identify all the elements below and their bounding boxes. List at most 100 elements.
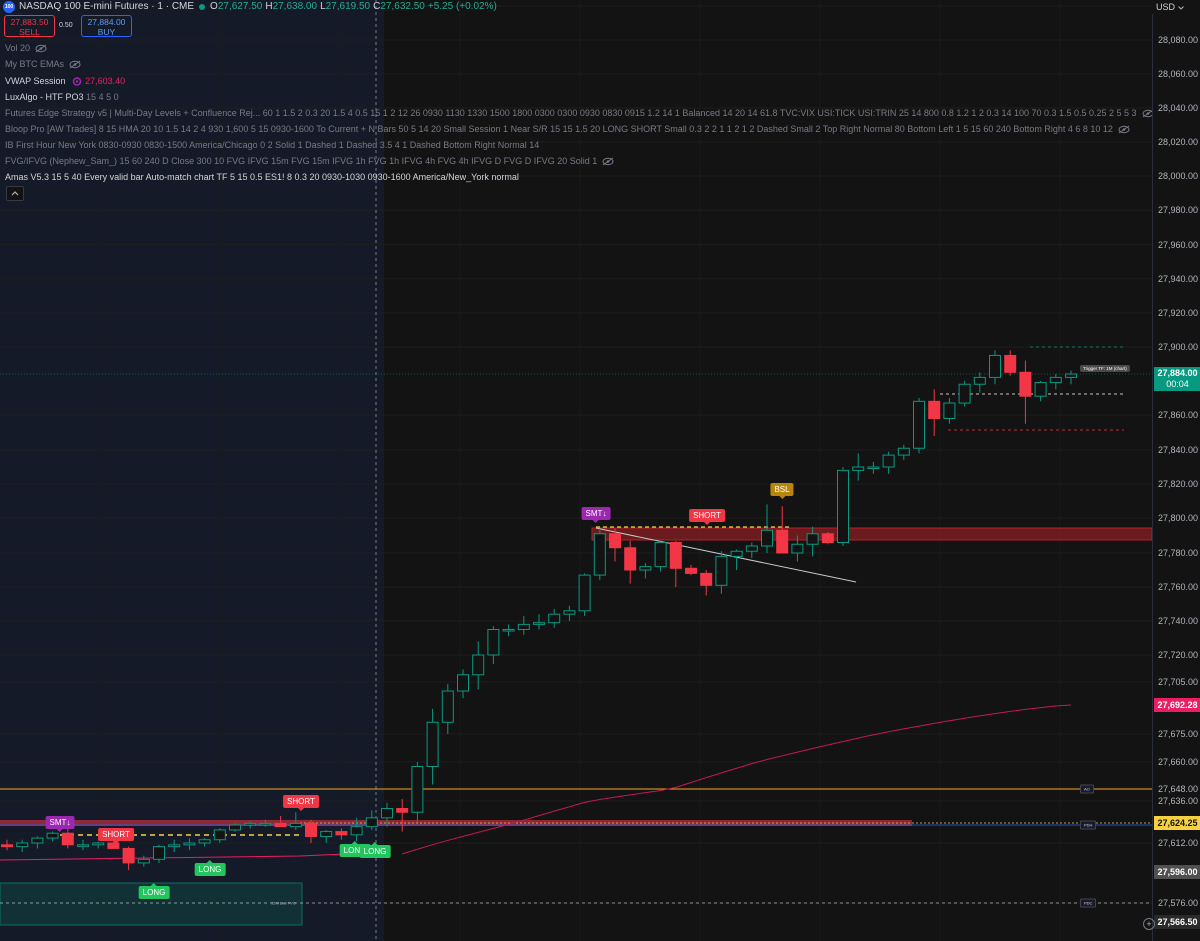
eye-icon[interactable] (1142, 109, 1152, 118)
level-price-tag: 27,624.25 (1154, 816, 1200, 830)
candle-body (46, 832, 59, 839)
supply-zone-right (591, 527, 1152, 541)
short-label[interactable]: SHORT (283, 795, 319, 811)
settings-icon[interactable] (71, 77, 83, 86)
vwap-line (402, 704, 1072, 855)
price-tick-label: 28,060.00 (1157, 69, 1198, 79)
legend-btc-emas[interactable]: My BTC EMAs (5, 59, 81, 69)
currency-selector[interactable]: USD (1152, 0, 1200, 14)
legend-bloop-text: Bloop Pro [AW Trades] 8 15 HMA 20 10 1.5… (5, 124, 1113, 134)
chevron-down-icon (1177, 6, 1184, 10)
collapse-legend-button[interactable] (6, 186, 24, 201)
short-label[interactable]: SHORT (689, 509, 725, 525)
price-tick-label: 27,648.00 (1157, 784, 1198, 794)
candle-body (761, 529, 773, 547)
eye-icon[interactable] (69, 60, 81, 69)
open-value: 27,627.50 (217, 1, 263, 12)
close-value: 27,632.50 (380, 1, 425, 12)
legend-amas[interactable]: Amas V5.3 15 5 40 Every valid bar Auto-m… (5, 172, 519, 182)
currency-label: USD (1156, 2, 1176, 12)
change-value: +5.25 (+0.02%) (427, 1, 497, 12)
candle-body (31, 837, 44, 844)
market-status-icon (199, 3, 206, 10)
symbol-logo-icon: 100 (3, 0, 15, 13)
chevron-up-icon (11, 191, 19, 196)
candle-body (274, 822, 287, 828)
vwap-price-tag: 27,692.28 (1154, 698, 1200, 712)
legend-luxalgo-name: LuxAlgo - HTF PO3 (5, 92, 84, 102)
candle-body (92, 842, 105, 846)
smt-label[interactable]: SMT↓ (581, 507, 611, 523)
last-price-tag: 27,884.00 00:04 (1154, 367, 1200, 391)
sell-button[interactable]: 27,883.50 SELL (4, 15, 55, 37)
candle-body (213, 829, 226, 841)
price-tick-label: 27,720.00 (1157, 650, 1198, 660)
candle-body (928, 400, 941, 420)
price-tick-label: 27,740.00 (1157, 616, 1198, 626)
price-axis[interactable]: 28,100.0028,080.0028,060.0028,040.0028,0… (1152, 0, 1200, 941)
candle-body (624, 547, 637, 571)
price-tick-label: 27,780.00 (1157, 548, 1198, 558)
chart-area[interactable]: 100 NASDAQ 100 E-mini Futures · 1 · CME … (0, 0, 1152, 941)
candle-body (1034, 382, 1047, 397)
legend-luxalgo-params: 15 4 5 0 (86, 92, 119, 102)
bsl-label[interactable]: BSL (770, 483, 794, 499)
candle-body (593, 533, 606, 576)
candle-body (411, 766, 424, 813)
candle-body (320, 831, 333, 837)
candle-body (776, 529, 789, 554)
legend-bloop[interactable]: Bloop Pro [AW Trades] 8 15 HMA 20 10 1.5… (5, 124, 1130, 134)
eye-icon[interactable] (602, 157, 614, 166)
buy-button[interactable]: 27,884.00 BUY (81, 15, 132, 37)
candle-body (913, 400, 925, 449)
candle-body (77, 844, 89, 847)
legend-fvg[interactable]: FVG/IFVG (Nephew_Sam_) 15 60 240 D Close… (5, 156, 614, 166)
price-tick-label: 27,705.00 (1157, 677, 1198, 687)
candle-body (350, 826, 363, 836)
legend-vwap[interactable]: VWAP Session 27,603.40 (5, 76, 125, 86)
sell-price: 27,883.50 (10, 17, 49, 27)
price-tick-label: 27,800.00 (1157, 513, 1198, 523)
legend-ib[interactable]: IB First Hour New York 0830-0930 0830-15… (5, 140, 539, 150)
candle-body (487, 629, 500, 656)
legend-luxalgo[interactable]: LuxAlgo - HTF PO3 15 4 5 0 (5, 92, 119, 102)
candle-body (198, 839, 211, 844)
legend-vwap-name: VWAP (5, 76, 32, 86)
short-label[interactable]: SHORT (98, 828, 134, 844)
candle-body (852, 466, 865, 471)
high-value: 27,638.00 (272, 1, 318, 12)
candle-body (989, 354, 1001, 378)
legend-vol[interactable]: Vol 20 (5, 43, 47, 53)
candle-body (639, 566, 652, 571)
long-label[interactable]: LONG (359, 842, 391, 858)
high-label: H (265, 1, 273, 12)
smt-label[interactable]: SMT↓ (45, 816, 75, 832)
candle-body (381, 807, 393, 819)
candle-body (700, 572, 713, 586)
eye-icon[interactable] (35, 44, 47, 53)
legend-vwap-session: Session (33, 76, 66, 86)
buy-price: 27,884.00 (87, 17, 126, 27)
symbol-title[interactable]: NASDAQ 100 E-mini Futures · 1 · CME (19, 1, 194, 12)
legend-futures-edge[interactable]: Futures Edge Strategy v5 | Multi-Day Lev… (5, 108, 1152, 118)
candle-body (502, 629, 515, 632)
low-value: 27,619.50 (325, 1, 371, 12)
candle-body (183, 842, 196, 846)
candle-body (153, 846, 165, 860)
candle-body (122, 847, 135, 864)
candle-body (669, 542, 682, 569)
candle-body (958, 383, 971, 404)
candle-body (365, 817, 378, 828)
price-tick-label: 27,760.00 (1157, 582, 1198, 592)
long-label[interactable]: LONG (194, 860, 226, 876)
add-level-button[interactable]: + (1143, 918, 1155, 930)
candle-body (791, 543, 804, 554)
candle-body (821, 533, 834, 543)
candle-body (472, 654, 485, 676)
candle-body (578, 574, 591, 612)
price-tick-label: 27,860.00 (1157, 410, 1198, 420)
long-label[interactable]: LONG (138, 883, 170, 899)
spread-value: 0.50 (59, 22, 73, 29)
candle-body (305, 822, 317, 837)
eye-icon[interactable] (1118, 125, 1130, 134)
